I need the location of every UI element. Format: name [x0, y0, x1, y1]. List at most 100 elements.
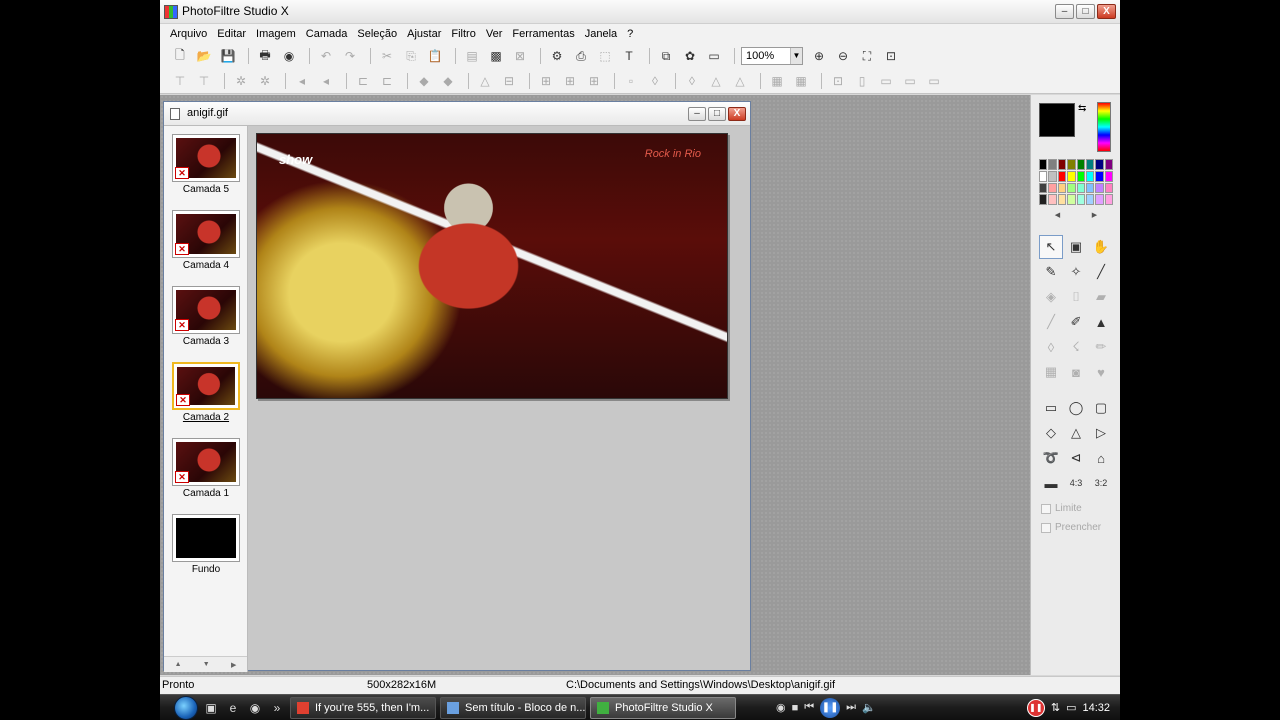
print-icon[interactable]: 🖶: [255, 47, 275, 65]
fill-icon[interactable]: ◈: [1039, 285, 1063, 309]
fill-option[interactable]: Preencher: [1041, 522, 1101, 533]
palette-swatch[interactable]: [1057, 159, 1067, 170]
diamond-icon[interactable]: ◇: [1039, 421, 1063, 445]
filter-tool-icon[interactable]: ⊏: [353, 72, 373, 90]
eraser-icon[interactable]: ▰: [1089, 285, 1113, 309]
selection-icon[interactable]: ⬚: [595, 47, 615, 65]
desktop-icon[interactable]: ▣: [202, 699, 220, 717]
advanced-brush-icon[interactable]: ✐: [1064, 310, 1088, 334]
palette-swatch[interactable]: [1104, 194, 1113, 205]
palette-prev-icon[interactable]: ◀: [1055, 211, 1060, 221]
layer-visibility-icon[interactable]: ✕: [175, 243, 189, 255]
layer-thumbnail[interactable]: ✕: [172, 134, 240, 182]
filter-tool-icon[interactable]: △: [706, 72, 726, 90]
undo-icon[interactable]: ↶: [316, 47, 336, 65]
palette-swatch[interactable]: [1095, 182, 1104, 194]
pointer-icon[interactable]: ↖: [1039, 235, 1063, 259]
rgb-icon[interactable]: ▩: [486, 47, 506, 65]
window-icon[interactable]: ▭: [704, 47, 724, 65]
doc-minimize-button[interactable]: –: [688, 107, 706, 121]
palette-swatch[interactable]: [1076, 182, 1085, 194]
spray-icon[interactable]: ⌷: [1064, 285, 1088, 309]
filter-tool-icon[interactable]: ◆: [414, 72, 434, 90]
palette-swatch[interactable]: [1048, 159, 1057, 170]
layer-item[interactable]: ✕ Camada 3: [171, 286, 241, 347]
ellipse-icon[interactable]: ◯: [1064, 396, 1088, 420]
layer-visibility-icon[interactable]: ✕: [175, 319, 189, 331]
layer-thumbnail[interactable]: ✕: [172, 210, 240, 258]
filter-tool-icon[interactable]: ◂: [292, 72, 312, 90]
chrome-icon[interactable]: ◉: [246, 699, 264, 717]
filter-tool-icon[interactable]: ⊞: [560, 72, 580, 90]
menu-item-5[interactable]: Ajustar: [402, 28, 446, 40]
taskbar-task[interactable]: PhotoFiltre Studio X: [590, 696, 736, 719]
palette-swatch[interactable]: [1039, 170, 1048, 182]
layer-select-icon[interactable]: ▣: [1064, 235, 1088, 259]
palette-swatch[interactable]: [1039, 194, 1048, 205]
filter-tool-icon[interactable]: ▭: [876, 72, 896, 90]
fit-image-icon[interactable]: ⛶: [857, 47, 877, 65]
paste-icon[interactable]: 📋: [425, 47, 445, 65]
filter-tool-icon[interactable]: ⊤: [194, 72, 214, 90]
palette-swatch[interactable]: [1039, 182, 1048, 194]
volume-icon[interactable]: 🔈: [862, 701, 876, 714]
image-canvas[interactable]: show Rock in Rio: [256, 133, 728, 399]
scroll-right-icon[interactable]: ▶: [231, 661, 236, 669]
new-file-icon[interactable]: 🗋: [170, 47, 190, 65]
palette-swatch[interactable]: [1067, 194, 1076, 205]
next-icon[interactable]: ⏭: [846, 701, 856, 714]
menu-item-1[interactable]: Editar: [212, 28, 251, 40]
transparency-icon[interactable]: ⊠: [510, 47, 530, 65]
foreground-color[interactable]: [1039, 103, 1075, 137]
palette-next-icon[interactable]: ▶: [1092, 211, 1097, 221]
palette-swatch[interactable]: [1085, 194, 1095, 205]
brush-icon[interactable]: ╱: [1039, 310, 1063, 334]
title-bar[interactable]: PhotoFiltre Studio X – □ X: [160, 0, 1120, 24]
palette-swatch[interactable]: [1076, 170, 1085, 182]
filter-tool-icon[interactable]: ▦: [767, 72, 787, 90]
scan-icon[interactable]: ◉: [279, 47, 299, 65]
limit-option[interactable]: Limite: [1041, 503, 1082, 514]
layer-item[interactable]: ✕ Camada 2: [171, 362, 241, 423]
layer-thumbnail[interactable]: ✕: [172, 286, 240, 334]
layer-scrollbar[interactable]: ▲ ▼ ▶: [164, 656, 247, 672]
image-icon[interactable]: ▤: [462, 47, 482, 65]
zoom-in-icon[interactable]: ⊕: [809, 47, 829, 65]
layer-thumbnail[interactable]: ✕: [172, 438, 240, 486]
taskbar-task[interactable]: If you're 555, then I'm...: [290, 696, 436, 719]
stamp-icon[interactable]: ▲: [1089, 310, 1113, 334]
stop-icon[interactable]: ■: [792, 702, 799, 714]
filter-tool-icon[interactable]: ⊤: [170, 72, 190, 90]
filter-tool-icon[interactable]: ▭: [900, 72, 920, 90]
palette-swatch[interactable]: [1095, 159, 1104, 170]
scroll-up-icon[interactable]: ▲: [175, 661, 182, 668]
palette-swatch[interactable]: [1057, 182, 1067, 194]
palette-swatch[interactable]: [1076, 159, 1085, 170]
clock[interactable]: 14:32: [1082, 702, 1110, 714]
lasso-icon[interactable]: ➰: [1039, 446, 1063, 470]
layer-item[interactable]: ✕ Camada 1: [171, 438, 241, 499]
filter-tool-icon[interactable]: ▭: [924, 72, 944, 90]
palette-swatch[interactable]: [1085, 170, 1095, 182]
filter-tool-icon[interactable]: ◂: [316, 72, 336, 90]
previous-icon[interactable]: ⏮: [804, 701, 814, 714]
minimize-button[interactable]: –: [1055, 4, 1074, 19]
menu-item-3[interactable]: Camada: [301, 28, 353, 40]
layer-visibility-icon[interactable]: ✕: [175, 167, 189, 179]
palette-swatch[interactable]: [1104, 182, 1113, 194]
layer-item[interactable]: ✕ Camada 5: [171, 134, 241, 195]
filter-tool-icon[interactable]: ⊞: [536, 72, 556, 90]
polygon-icon[interactable]: ⊲: [1064, 446, 1088, 470]
layers-icon[interactable]: ⧉: [656, 47, 676, 65]
menu-item-7[interactable]: Ver: [481, 28, 508, 40]
start-button[interactable]: [174, 695, 198, 720]
zoom-out-icon[interactable]: ⊖: [833, 47, 853, 65]
maximize-button[interactable]: □: [1076, 4, 1095, 19]
pencil-icon[interactable]: ✏: [1089, 335, 1113, 359]
automation-icon[interactable]: ✿: [680, 47, 700, 65]
text-icon[interactable]: T: [619, 47, 639, 65]
fit-selection-icon[interactable]: ▬: [1039, 471, 1063, 495]
palette-swatch[interactable]: [1048, 182, 1057, 194]
fill-checkbox[interactable]: [1041, 522, 1051, 533]
palette-swatch[interactable]: [1095, 194, 1104, 205]
